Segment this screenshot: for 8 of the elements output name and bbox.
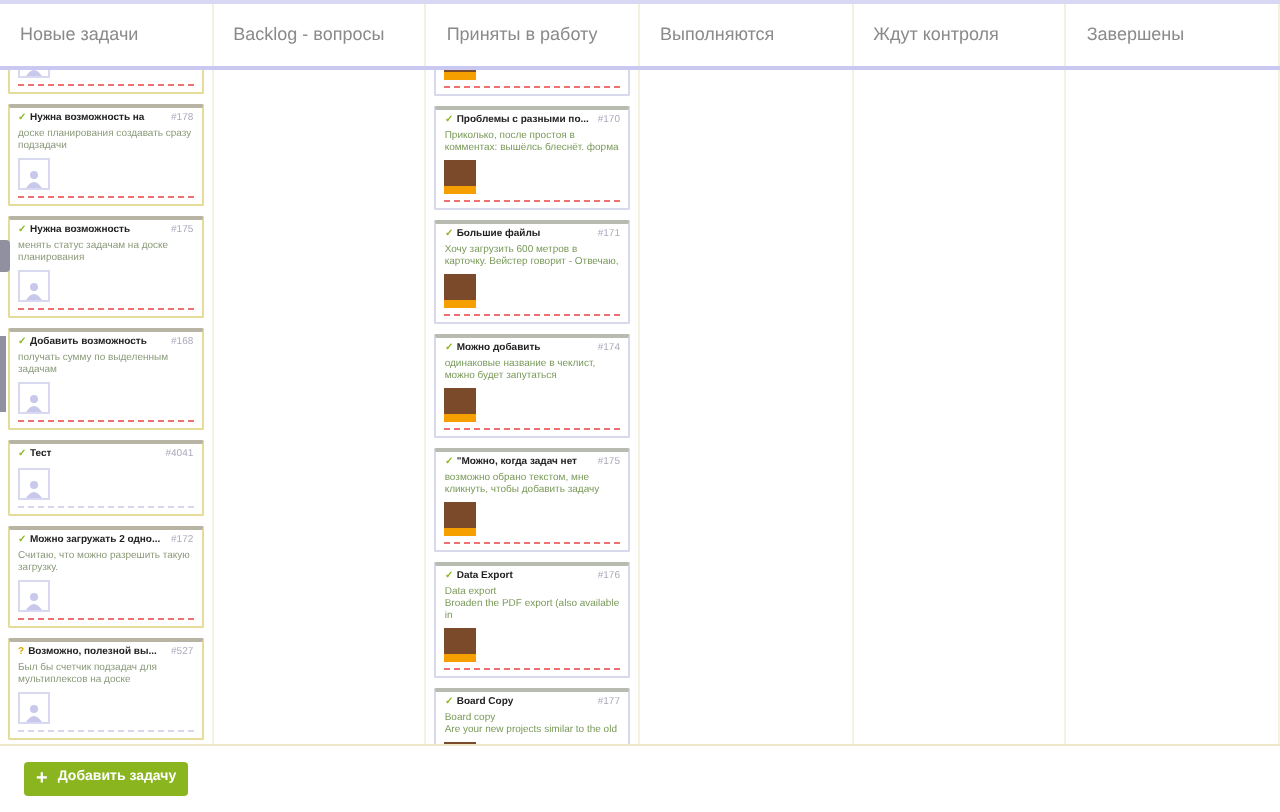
side-handle[interactable]	[0, 336, 6, 412]
column-title: Завершены	[1086, 21, 1185, 48]
column-title: Новые задачи	[20, 21, 139, 48]
side-handle[interactable]	[0, 240, 10, 272]
column-title: Приняты в работу	[446, 21, 598, 48]
column-title: Ждут контроля	[873, 21, 999, 48]
column-title: Backlog - вопросы	[233, 21, 385, 48]
column-title: Выполняются	[659, 21, 775, 48]
